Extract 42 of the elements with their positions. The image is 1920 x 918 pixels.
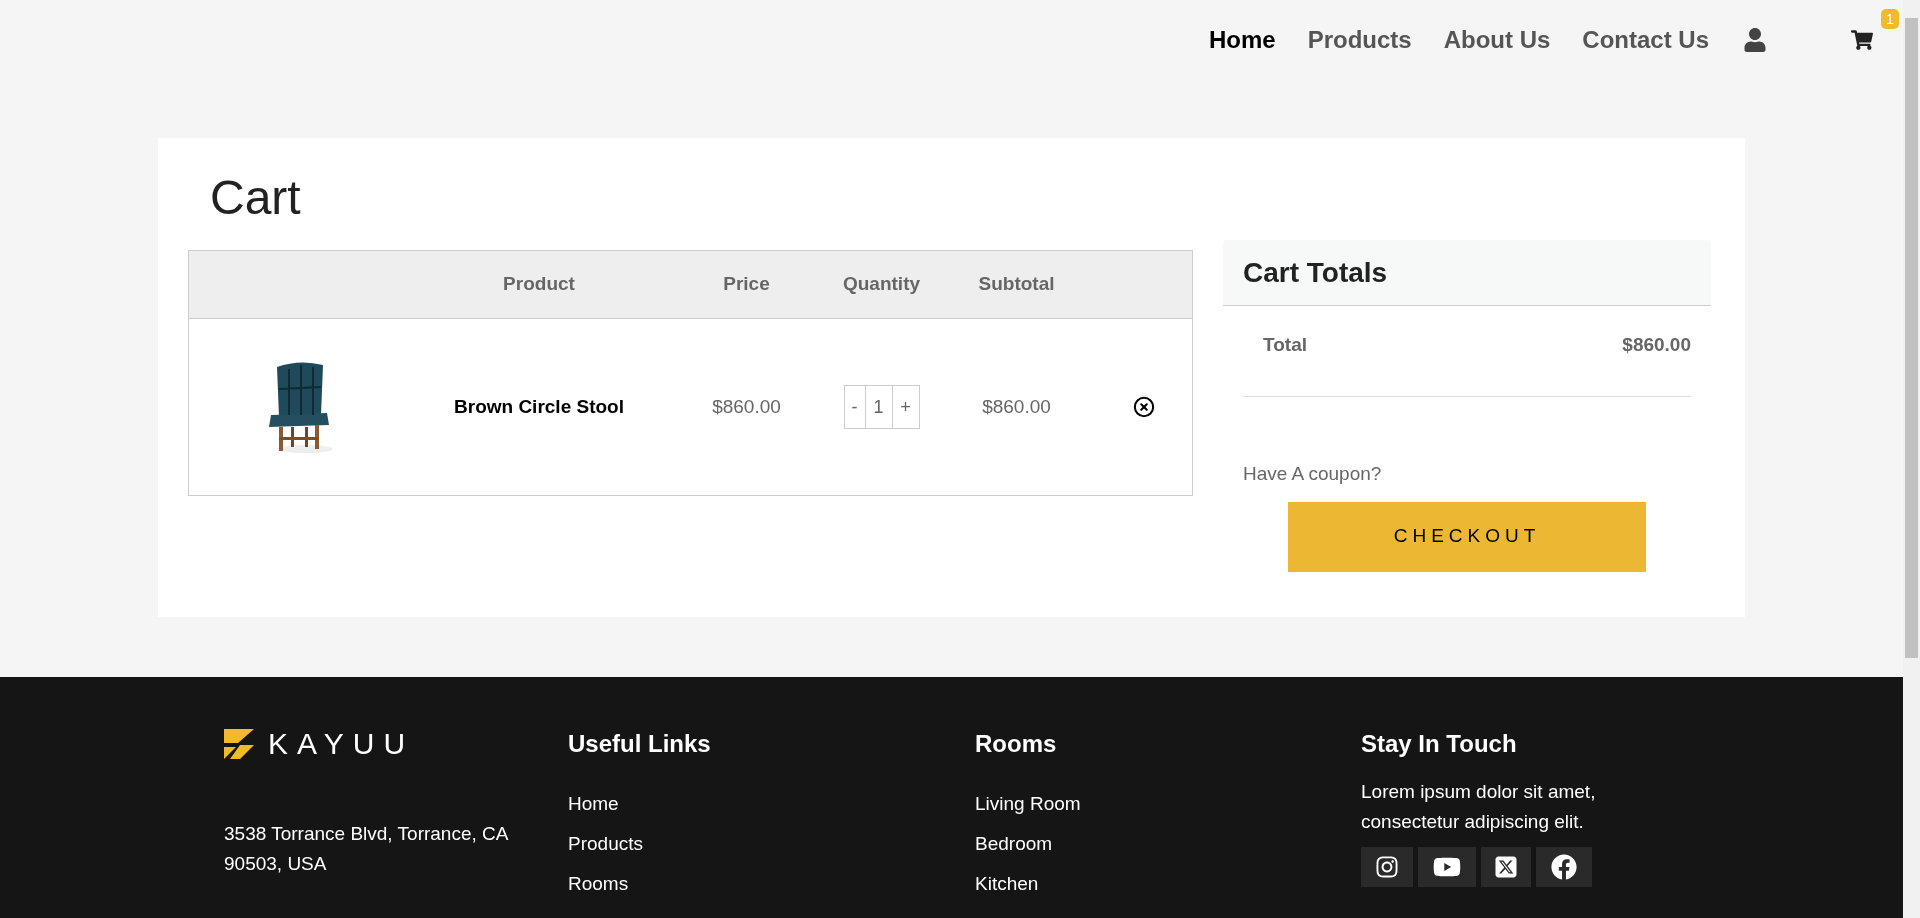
product-name: Brown Circle Stool — [453, 394, 625, 419]
increment-button[interactable]: + — [891, 385, 920, 429]
column-header: Subtotal — [977, 272, 1056, 297]
instagram-icon[interactable] — [1361, 847, 1413, 887]
logo-text: KAYUU — [268, 729, 415, 759]
footer-heading: Stay In Touch — [1361, 729, 1518, 759]
coupon-link[interactable]: Have A coupon? — [1243, 463, 1382, 484]
column-header: Price — [722, 272, 771, 297]
footer-link[interactable]: Home — [568, 789, 619, 819]
nav-link[interactable]: Contact Us — [1582, 22, 1709, 58]
footer-link[interactable]: Rooms — [568, 869, 629, 899]
youtube-icon[interactable] — [1418, 847, 1476, 887]
page-title: Cart — [210, 170, 302, 226]
footer-heading: Rooms — [975, 729, 1058, 759]
logo-icon — [224, 729, 254, 759]
price-cell-text: $860.00 — [711, 394, 782, 419]
quantity-field[interactable]: 1 — [865, 385, 892, 429]
address-text: 3538 Torrance Blvd, Torrance, CA 90503, USA — [224, 822, 509, 876]
footer-link[interactable]: Products — [568, 829, 643, 859]
scrollbar[interactable] — [1903, 0, 1920, 918]
contact-text: Lorem ipsum dolor sit amet, consectetur adipiscing elit. — [1361, 780, 1597, 834]
subtotal-cell-text: $860.00 — [981, 394, 1052, 419]
cart-count-badge: 1 — [1881, 9, 1899, 29]
total-value: $860.00 — [1622, 333, 1691, 357]
column-header: Product — [502, 272, 576, 297]
decrement-button[interactable]: - — [843, 385, 866, 429]
checkout-button[interactable]: CHECKOUT — [1288, 501, 1646, 572]
facebook-icon[interactable] — [1536, 847, 1592, 887]
footer-link[interactable]: Bedroom — [975, 829, 1053, 859]
column-header: Quantity — [841, 272, 922, 297]
footer-link[interactable]: Kitchen — [975, 869, 1039, 899]
nav-link[interactable]: About Us — [1443, 22, 1551, 58]
cart-icon[interactable] — [1851, 29, 1873, 51]
nav-link[interactable]: Products — [1307, 22, 1412, 58]
remove-icon[interactable] — [1133, 396, 1155, 418]
nav-link[interactable]: Home — [1208, 22, 1276, 58]
footer-heading: Useful Links — [568, 729, 712, 759]
user-icon[interactable] — [1743, 28, 1767, 52]
total-label: Total — [1263, 333, 1307, 357]
x-icon[interactable] — [1481, 847, 1531, 887]
footer-link[interactable]: Living Room — [975, 789, 1081, 819]
totals-title: Cart Totals — [1243, 255, 1388, 290]
